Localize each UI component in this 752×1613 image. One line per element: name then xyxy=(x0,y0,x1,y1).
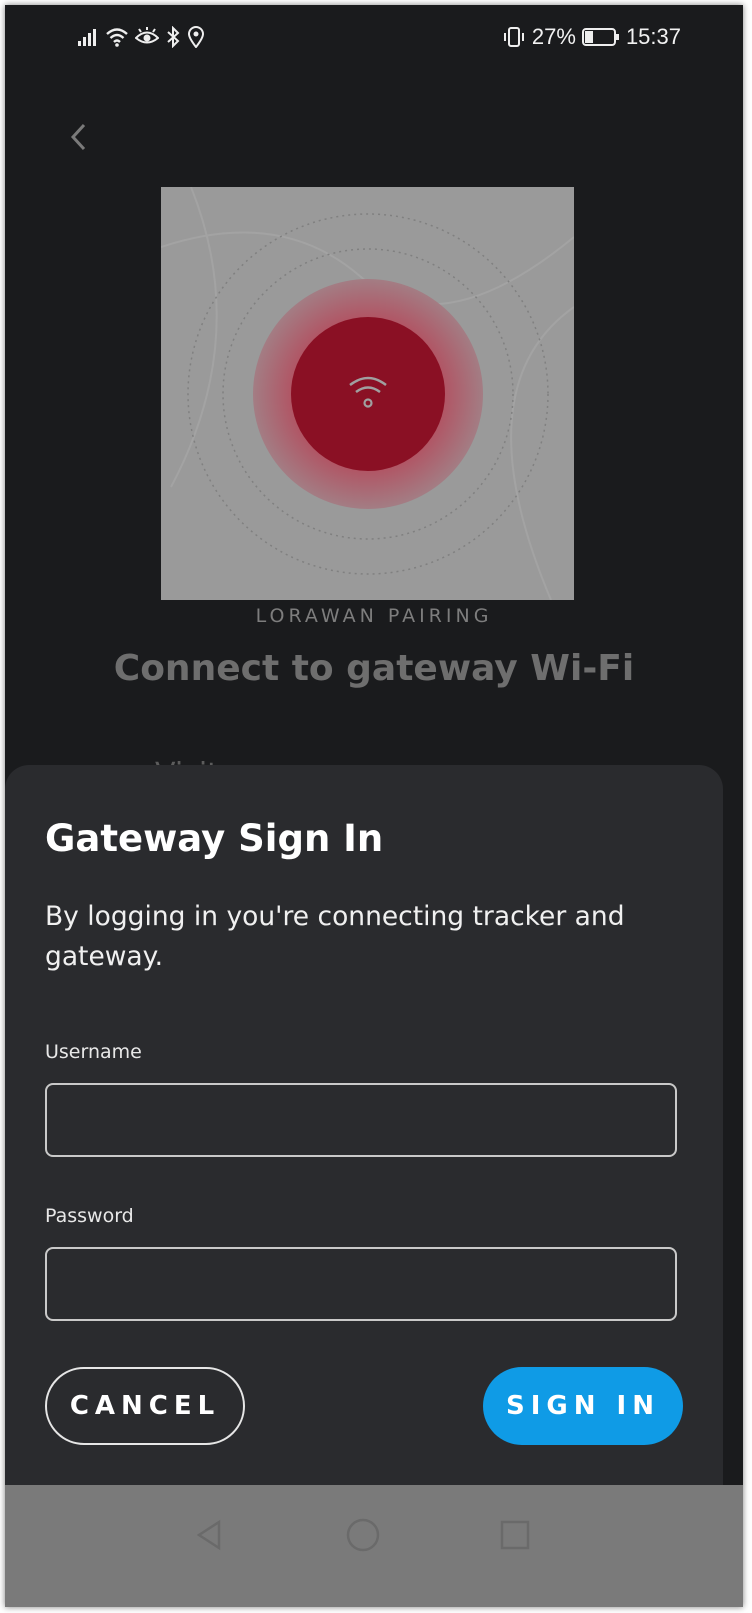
screen-kicker: LORAWAN PAIRING xyxy=(255,605,493,627)
vibrate-icon xyxy=(503,27,524,47)
pairing-radar-graphic xyxy=(161,187,574,600)
nav-back-button[interactable] xyxy=(180,1505,240,1565)
bluetooth-icon xyxy=(167,26,180,48)
phone-screen: 27% 15:37 LORAWAN PAIRING Connect to gat… xyxy=(5,5,743,1607)
username-field[interactable] xyxy=(45,1083,677,1157)
nav-recents-button[interactable] xyxy=(485,1505,545,1565)
username-label: Username xyxy=(45,1041,142,1063)
nav-home-button[interactable] xyxy=(333,1505,393,1565)
status-bar: 27% 15:37 xyxy=(5,5,743,67)
sign-in-button[interactable]: SIGN IN xyxy=(483,1367,683,1445)
system-nav-bar xyxy=(5,1485,743,1607)
dialog-title: Gateway Sign In xyxy=(45,817,384,860)
triangle-back-icon xyxy=(196,1519,221,1551)
cancel-button[interactable]: CANCEL xyxy=(45,1367,245,1445)
password-field[interactable] xyxy=(45,1247,677,1321)
status-icons-right: 27% 15:37 xyxy=(502,22,681,52)
circle-home-icon xyxy=(346,1518,380,1552)
password-label: Password xyxy=(45,1205,134,1227)
clock: 15:37 xyxy=(625,24,681,49)
chevron-left-icon xyxy=(70,123,86,151)
location-icon xyxy=(187,26,205,48)
dialog-description: By logging in you're connecting tracker … xyxy=(45,901,625,972)
status-icons-left xyxy=(77,24,205,50)
battery-icon xyxy=(581,28,619,46)
screen-title: Connect to gateway Wi-Fi xyxy=(113,648,635,689)
pairing-illustration xyxy=(161,187,574,600)
back-button[interactable] xyxy=(60,117,100,157)
eye-icon xyxy=(135,27,159,44)
signal-icon xyxy=(78,29,96,46)
square-recents-icon xyxy=(500,1520,530,1550)
sign-in-sheet: Gateway Sign In By logging in you're con… xyxy=(5,765,723,1485)
battery-percent: 27% xyxy=(531,24,576,49)
wifi-icon xyxy=(106,28,128,47)
